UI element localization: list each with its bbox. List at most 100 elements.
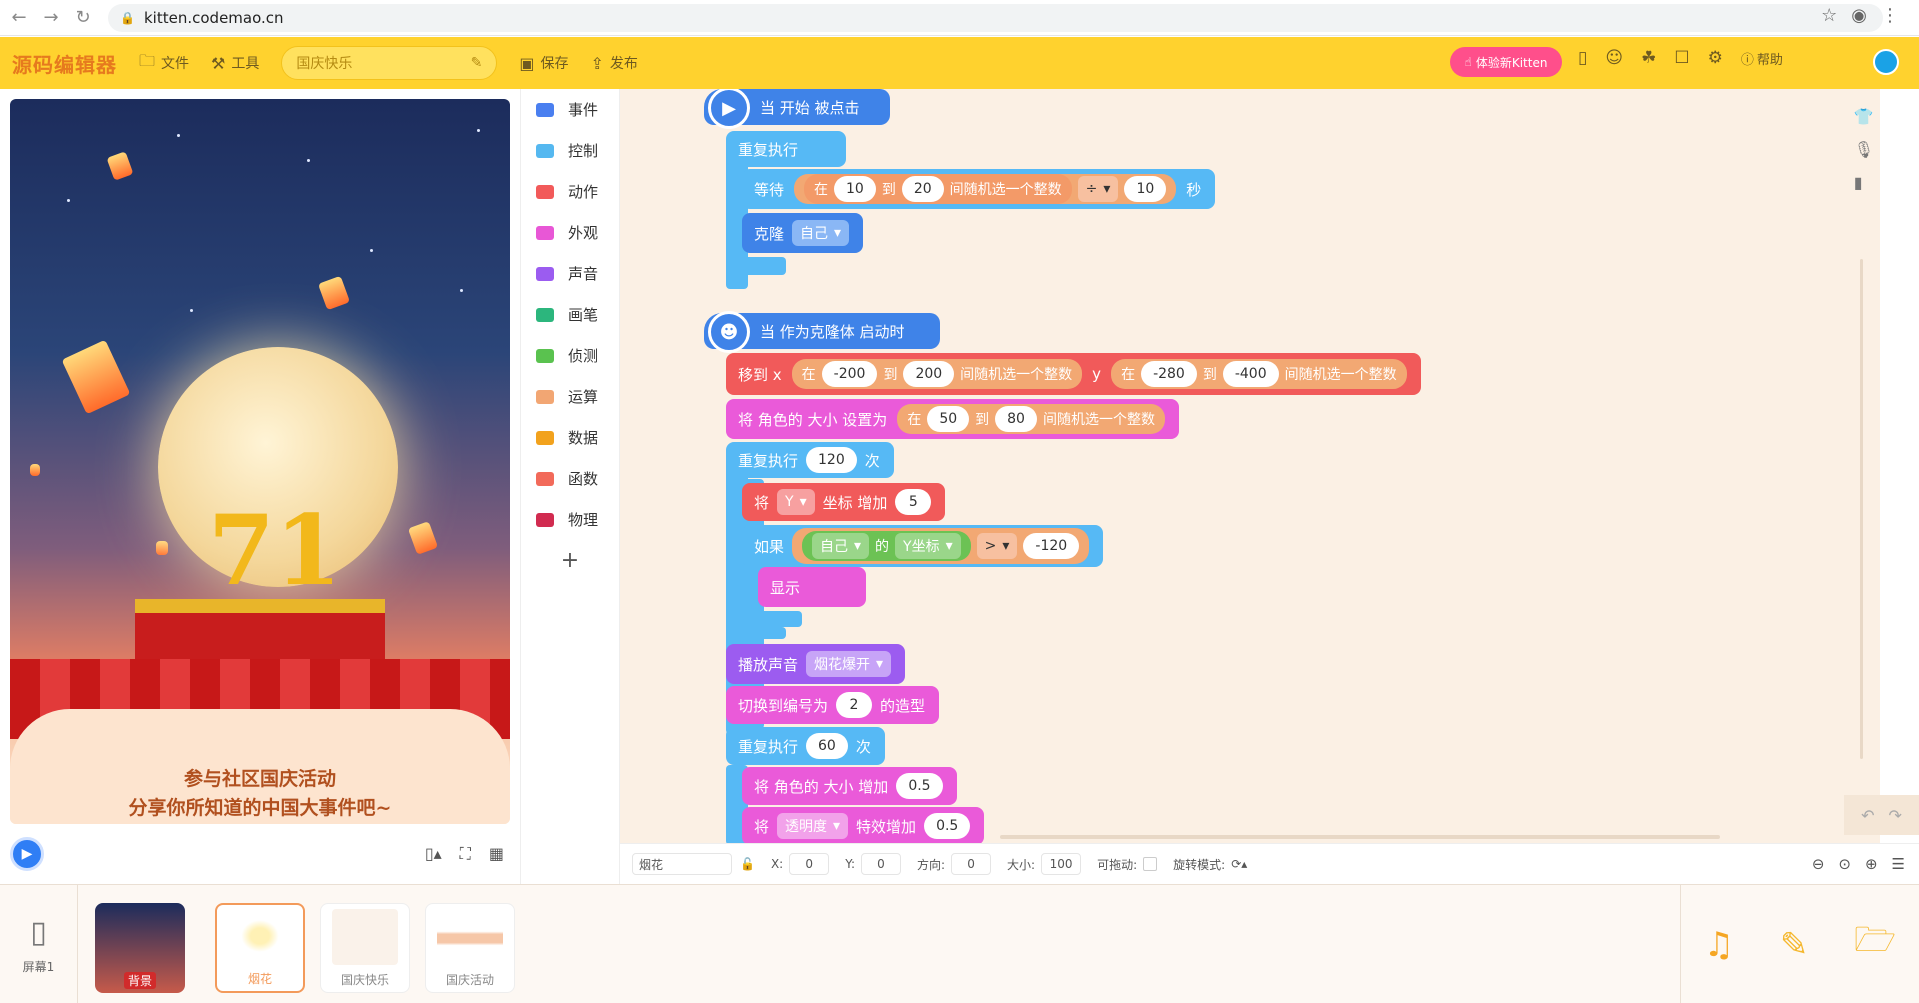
y-min-input[interactable]: -280: [1141, 361, 1197, 387]
divisor-input[interactable]: 10: [1124, 176, 1167, 202]
show-block[interactable]: 显示: [758, 567, 866, 607]
sensor-reporter[interactable]: 自己 ▾ 的 Y坐标 ▾: [802, 531, 971, 561]
category-item[interactable]: 侦测: [521, 335, 619, 376]
bookmark-star-icon[interactable]: ☆: [1821, 5, 1837, 26]
screen-tab[interactable]: ▯ 屏幕1: [0, 885, 78, 1003]
repeat-count-input[interactable]: 120: [806, 447, 857, 473]
random-int-reporter[interactable]: 在 -200 到 200 间随机选一个整数: [791, 359, 1083, 389]
play-sound-block[interactable]: 播放声音 烟花爆开 ▾: [726, 644, 906, 684]
try-kitten-button[interactable]: ☝ 体验新Kitten: [1450, 47, 1562, 77]
address-bar[interactable]: 🔒 kitten.codemao.cn: [108, 4, 1883, 32]
back-icon[interactable]: ←: [6, 5, 32, 31]
category-item[interactable]: 物理: [521, 499, 619, 540]
random-int-reporter[interactable]: 在 10 到 20 间随机选一个整数: [804, 174, 1072, 204]
category-item[interactable]: 数据: [521, 417, 619, 458]
horizontal-scrollbar[interactable]: [1000, 835, 1720, 839]
change-size-block[interactable]: 将 角色的 大小 增加 0.5: [742, 767, 957, 805]
repeat-count-input-2[interactable]: 60: [806, 733, 848, 759]
bar-chart-icon[interactable]: ▮: [1854, 173, 1874, 192]
when-start-clicked-block[interactable]: ▶ 当 开始 被点击: [704, 89, 890, 129]
category-item[interactable]: 控制: [521, 130, 619, 171]
category-item[interactable]: 运算: [521, 376, 619, 417]
x-input[interactable]: 0: [789, 853, 830, 875]
x-max-input[interactable]: 200: [903, 361, 955, 387]
reload-icon[interactable]: ↻: [70, 5, 96, 31]
costume-no-input[interactable]: 2: [836, 692, 873, 718]
background-thumb[interactable]: 背景: [95, 903, 185, 993]
change-effect-block[interactable]: 将 透明度 ▾ 特效增加 0.5: [742, 807, 985, 843]
zoom-in-icon[interactable]: ⊕: [1865, 855, 1878, 873]
zoom-reset-icon[interactable]: ⊙: [1838, 855, 1851, 873]
sprite-item-national-event[interactable]: 国庆活动: [425, 903, 515, 993]
random-int-reporter[interactable]: 在 -280 到 -400 间随机选一个整数: [1111, 359, 1407, 389]
bag-icon[interactable]: ☐: [1674, 48, 1689, 68]
greater-than-operator[interactable]: 自己 ▾ 的 Y坐标 ▾ > ▾ -120: [792, 528, 1090, 564]
zoom-out-icon[interactable]: ⊖: [1812, 855, 1825, 873]
clone-block[interactable]: 克隆 自己 ▾: [742, 213, 864, 253]
device-icon[interactable]: ▯▴: [425, 844, 442, 864]
add-category-button[interactable]: +: [521, 540, 619, 581]
profile-icon[interactable]: ◉: [1851, 5, 1867, 26]
repeat-n-block-2[interactable]: 重复执行 60 次: [726, 727, 885, 765]
coord-dropdown[interactable]: Y ▾: [777, 489, 815, 515]
random-max-input[interactable]: 20: [901, 176, 944, 202]
category-item[interactable]: 外观: [521, 212, 619, 253]
when-clone-starts-block[interactable]: ☻ 当 作为克隆体 启动时: [704, 311, 940, 353]
forward-icon[interactable]: →: [38, 5, 64, 31]
clone-target-dropdown[interactable]: 自己 ▾: [792, 220, 850, 246]
tablet-icon[interactable]: ▯: [1578, 48, 1587, 68]
vertical-scrollbar[interactable]: [1860, 259, 1863, 759]
divide-operator[interactable]: 在 10 到 20 间随机选一个整数 ÷ ▾ 10: [794, 174, 1177, 204]
compare-dropdown[interactable]: > ▾: [976, 533, 1018, 559]
move-to-block[interactable]: 移到 x 在 -200 到 200 间随机选一个整数 y 在 -280 到 -4…: [726, 353, 1421, 395]
file-menu[interactable]: 🗀 文件: [139, 50, 189, 77]
x-min-input[interactable]: -200: [821, 361, 878, 387]
category-item[interactable]: 画笔: [521, 294, 619, 335]
category-item[interactable]: 函数: [521, 458, 619, 499]
if-block[interactable]: 如果 自己 ▾ 的 Y坐标 ▾ > ▾ -120: [742, 525, 1104, 567]
tools-menu[interactable]: ⚒ 工具: [211, 53, 259, 73]
coord-step-input[interactable]: 5: [895, 489, 932, 515]
gear-icon[interactable]: ⚙: [1708, 48, 1723, 68]
publish-button[interactable]: ⇪ 发布: [590, 53, 637, 73]
category-item[interactable]: 声音: [521, 253, 619, 294]
alpha-step-input[interactable]: 0.5: [924, 813, 971, 839]
help-button[interactable]: ⓘ 帮助: [1741, 49, 1783, 68]
forever-block[interactable]: 重复执行: [726, 131, 846, 167]
category-item[interactable]: 事件: [521, 89, 619, 130]
operator-dropdown[interactable]: ÷ ▾: [1077, 176, 1119, 202]
sensor-prop-dropdown[interactable]: Y坐标 ▾: [895, 533, 961, 559]
effect-dropdown[interactable]: 透明度 ▾: [777, 813, 849, 839]
wait-block[interactable]: 等待 在 10 到 20 间随机选一个整数 ÷ ▾ 10 秒: [742, 169, 1216, 209]
sound-dropdown[interactable]: 烟花爆开 ▾: [806, 651, 892, 677]
set-size-block[interactable]: 将 角色的 大小 设置为 在 50 到 80 间随机选一个整数: [726, 399, 1179, 439]
threshold-input[interactable]: -120: [1023, 533, 1080, 559]
robot-icon[interactable]: ☺: [1605, 48, 1623, 68]
size-step-input[interactable]: 0.5: [896, 773, 943, 799]
grid-icon[interactable]: ▦: [489, 844, 504, 864]
fullscreen-icon[interactable]: ⛶: [460, 844, 471, 864]
folder-add-icon[interactable]: 🗁: [1854, 916, 1896, 973]
switch-costume-block[interactable]: 切换到编号为 2 的造型: [726, 686, 940, 724]
redo-icon[interactable]: ↷: [1889, 806, 1902, 825]
link-lock-icon[interactable]: 🔓: [740, 857, 755, 871]
play-button[interactable]: ▶: [10, 837, 44, 871]
microphone-icon[interactable]: 🎙: [1854, 140, 1874, 159]
sprite-name-field[interactable]: 烟花: [632, 853, 732, 875]
y-input[interactable]: 0: [861, 853, 901, 875]
repeat-n-block[interactable]: 重复执行 120 次: [726, 442, 894, 478]
size-input[interactable]: 100: [1041, 853, 1082, 875]
draggable-checkbox[interactable]: [1143, 857, 1158, 871]
change-coord-block[interactable]: 将 Y ▾ 坐标 增加 5: [742, 483, 946, 521]
menu-dots-icon[interactable]: ⋮: [1881, 5, 1899, 26]
size-max-input[interactable]: 80: [995, 406, 1037, 432]
pencil-icon[interactable]: ✎: [1780, 925, 1809, 965]
undo-icon[interactable]: ↶: [1861, 806, 1874, 825]
project-name-input[interactable]: 国庆快乐 ✎: [281, 46, 498, 80]
community-icon[interactable]: ☘: [1641, 48, 1656, 68]
random-min-input[interactable]: 10: [834, 176, 876, 202]
shirt-icon[interactable]: 👕: [1854, 107, 1874, 126]
size-min-input[interactable]: 50: [927, 406, 970, 432]
stage-canvas[interactable]: 71 参与社区国庆活动 分享你所知道的中国大事件吧~: [10, 99, 510, 824]
save-button[interactable]: ▣ 保存: [519, 53, 568, 73]
